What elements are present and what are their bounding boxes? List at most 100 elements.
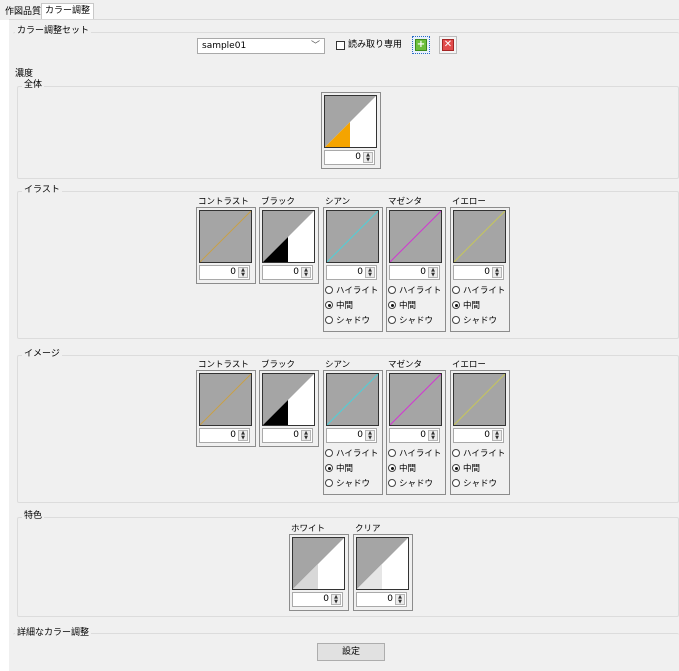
spin-value: 0: [230, 430, 236, 440]
overall-curve[interactable]: [324, 95, 377, 148]
overall-spinbox[interactable]: 0 ▲ ▼: [324, 150, 375, 165]
value-spinbox[interactable]: 0 ▲ ▼: [453, 428, 504, 443]
tone-option-label: 中間: [336, 301, 354, 311]
tone-curve[interactable]: [326, 210, 379, 263]
radio-button[interactable]: [452, 479, 460, 487]
value-spinbox[interactable]: 0 ▲ ▼: [199, 265, 250, 280]
radio-button[interactable]: [325, 449, 333, 457]
radio-button[interactable]: [325, 479, 333, 487]
channel-title: マゼンタ: [388, 360, 423, 370]
spin-arrows-icon[interactable]: ▲ ▼: [428, 267, 438, 278]
radio-button[interactable]: [388, 449, 396, 457]
tone-option[interactable]: シャドウ: [388, 478, 433, 490]
tone-curve[interactable]: [262, 373, 315, 426]
spin-arrows-icon[interactable]: ▲ ▼: [395, 594, 405, 605]
value-spinbox[interactable]: 0 ▲ ▼: [389, 428, 440, 443]
tone-option[interactable]: シャドウ: [452, 315, 497, 327]
radio-button[interactable]: [388, 286, 396, 294]
tone-option[interactable]: 中間: [325, 463, 353, 475]
radio-button[interactable]: [325, 316, 333, 324]
value-spinbox[interactable]: 0 ▲ ▼: [453, 265, 504, 280]
tone-curve[interactable]: [199, 210, 252, 263]
spin-value: 0: [357, 267, 363, 277]
radio-button[interactable]: [452, 301, 460, 309]
tone-curve[interactable]: [453, 373, 506, 426]
preset-select-value: sample01: [202, 41, 247, 51]
spin-arrows-icon[interactable]: ▲ ▼: [365, 267, 375, 278]
settings-button[interactable]: 設定: [317, 643, 385, 661]
radio-button[interactable]: [325, 464, 333, 472]
special-group-label: 特色: [22, 511, 45, 521]
tone-option[interactable]: 中間: [452, 463, 480, 475]
tone-option[interactable]: 中間: [388, 463, 416, 475]
value-spinbox[interactable]: 0 ▲ ▼: [356, 592, 407, 607]
value-spinbox[interactable]: 0 ▲ ▼: [262, 265, 313, 280]
tone-curve[interactable]: [356, 537, 409, 590]
illust-group-label: イラスト: [22, 185, 62, 195]
spin-arrows-icon[interactable]: ▲ ▼: [363, 152, 373, 163]
tone-option[interactable]: シャドウ: [325, 478, 370, 490]
spin-arrows-icon[interactable]: ▲ ▼: [238, 430, 248, 441]
tone-option[interactable]: ハイライト: [452, 285, 505, 297]
tone-option-label: ハイライト: [399, 449, 442, 459]
radio-button[interactable]: [388, 464, 396, 472]
tone-curve[interactable]: [199, 373, 252, 426]
preset-select[interactable]: sample01 ﹀: [197, 38, 325, 54]
tone-option[interactable]: 中間: [388, 300, 416, 312]
value-spinbox[interactable]: 0 ▲ ▼: [262, 428, 313, 443]
tone-curve[interactable]: [262, 210, 315, 263]
channel-title: シアン: [325, 360, 351, 370]
value-spinbox[interactable]: 0 ▲ ▼: [292, 592, 343, 607]
tone-option[interactable]: 中間: [452, 300, 480, 312]
tab-print-quality[interactable]: 作図品質: [2, 5, 45, 20]
tone-option[interactable]: シャドウ: [452, 478, 497, 490]
tone-option[interactable]: ハイライト: [388, 448, 441, 460]
delete-icon: ✕: [442, 39, 454, 51]
tone-option[interactable]: ハイライト: [452, 448, 505, 460]
channel-title: コントラスト: [198, 197, 249, 207]
tone-curve[interactable]: [389, 210, 442, 263]
spin-arrows-icon[interactable]: ▲ ▼: [238, 267, 248, 278]
tone-option[interactable]: ハイライト: [325, 448, 378, 460]
add-preset-button[interactable]: +: [412, 36, 430, 54]
tone-curve[interactable]: [292, 537, 345, 590]
value-spinbox[interactable]: 0 ▲ ▼: [199, 428, 250, 443]
spin-arrows-icon[interactable]: ▲ ▼: [301, 267, 311, 278]
tone-curve[interactable]: [453, 210, 506, 263]
spin-arrows-icon[interactable]: ▲ ▼: [428, 430, 438, 441]
tone-option-label: ハイライト: [399, 286, 442, 296]
tone-option-label: シャドウ: [399, 316, 434, 326]
radio-button[interactable]: [388, 316, 396, 324]
tone-option[interactable]: 中間: [325, 300, 353, 312]
readonly-checkbox[interactable]: [336, 41, 345, 50]
radio-button[interactable]: [388, 301, 396, 309]
spin-arrows-icon[interactable]: ▲ ▼: [331, 594, 341, 605]
tone-option[interactable]: シャドウ: [388, 315, 433, 327]
spin-arrows-icon[interactable]: ▲ ▼: [492, 267, 502, 278]
tone-option[interactable]: ハイライト: [325, 285, 378, 297]
tone-option[interactable]: シャドウ: [325, 315, 370, 327]
radio-button[interactable]: [325, 286, 333, 294]
spin-arrows-icon[interactable]: ▲ ▼: [365, 430, 375, 441]
radio-button[interactable]: [452, 286, 460, 294]
density-label: 濃度: [15, 69, 34, 79]
tab-color-adjust[interactable]: カラー調整: [41, 3, 95, 20]
value-spinbox[interactable]: 0 ▲ ▼: [389, 265, 440, 280]
value-spinbox[interactable]: 0 ▲ ▼: [326, 428, 377, 443]
radio-button[interactable]: [452, 464, 460, 472]
channel-title: イエロー: [452, 197, 486, 207]
radio-button[interactable]: [452, 449, 460, 457]
tone-option-label: シャドウ: [336, 316, 371, 326]
channel-title: ホワイト: [291, 524, 326, 534]
radio-button[interactable]: [325, 301, 333, 309]
value-spinbox[interactable]: 0 ▲ ▼: [326, 265, 377, 280]
radio-button[interactable]: [388, 479, 396, 487]
tone-curve[interactable]: [326, 373, 379, 426]
tone-option-label: 中間: [336, 464, 354, 474]
tone-curve[interactable]: [389, 373, 442, 426]
spin-arrows-icon[interactable]: ▲ ▼: [492, 430, 502, 441]
radio-button[interactable]: [452, 316, 460, 324]
delete-preset-button[interactable]: ✕: [439, 36, 457, 54]
tone-option[interactable]: ハイライト: [388, 285, 441, 297]
spin-arrows-icon[interactable]: ▲ ▼: [301, 430, 311, 441]
